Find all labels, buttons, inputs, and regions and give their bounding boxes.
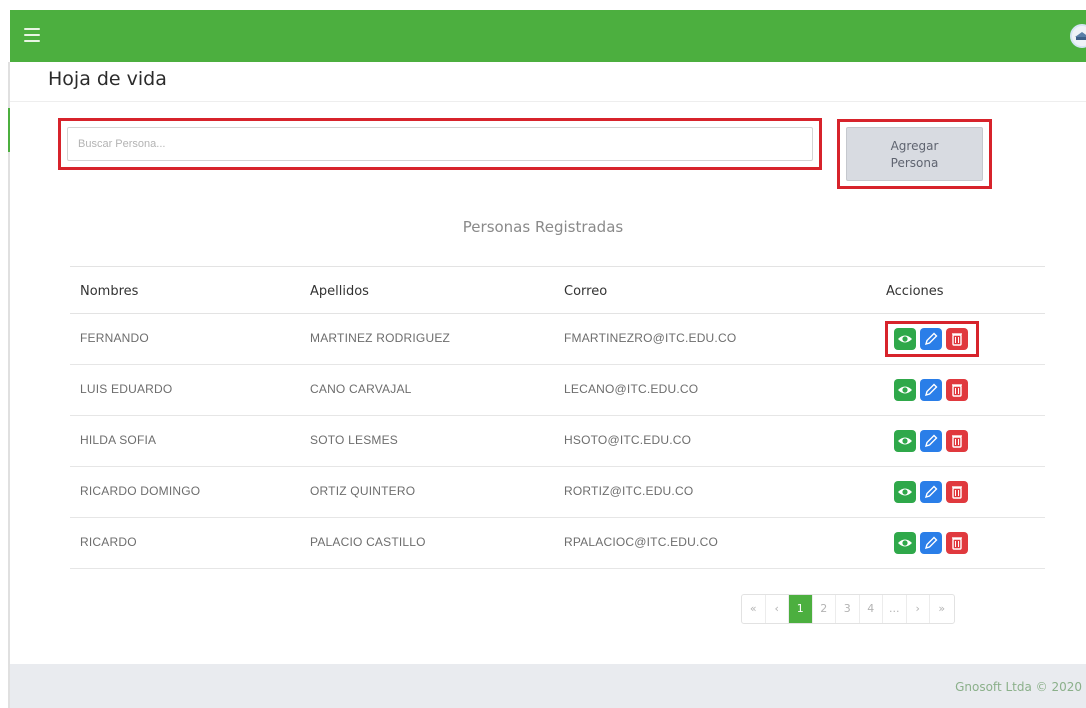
cell-correo: HSOTO@ITC.EDU.CO — [564, 433, 692, 447]
row-actions — [890, 479, 974, 505]
cell-nombres: LUIS EDUARDO — [80, 382, 173, 396]
delete-button[interactable] — [946, 430, 968, 452]
pagination-next-button[interactable]: › — [907, 595, 930, 623]
left-sidebar-rail — [8, 62, 10, 708]
eye-icon — [894, 379, 916, 401]
column-header-apellidos: Apellidos — [310, 284, 369, 299]
delete-button[interactable] — [946, 328, 968, 350]
table-header: Nombres Apellidos Correo Acciones — [70, 266, 1045, 314]
persons-table: Nombres Apellidos Correo Acciones FERNAN… — [70, 266, 1045, 569]
page-title: Hoja de vida — [48, 68, 167, 90]
pencil-icon — [920, 379, 942, 401]
row-actions — [890, 377, 974, 403]
edit-button[interactable] — [920, 379, 942, 401]
row-actions — [885, 321, 979, 357]
edit-button[interactable] — [920, 481, 942, 503]
table-row: HILDA SOFIA SOTO LESMES HSOTO@ITC.EDU.CO — [70, 416, 1045, 467]
cell-apellidos: MARTINEZ RODRIGUEZ — [310, 331, 451, 345]
pencil-icon — [920, 430, 942, 452]
row-actions — [890, 428, 974, 454]
edit-button[interactable] — [920, 532, 942, 554]
row-actions — [890, 530, 974, 556]
cell-apellidos: SOTO LESMES — [310, 433, 399, 447]
eye-icon — [894, 532, 916, 554]
table-row: LUIS EDUARDO CANO CARVAJAL LECANO@ITC.ED… — [70, 365, 1045, 416]
pagination-page-1[interactable]: 1 — [789, 595, 813, 623]
pagination-prev-button[interactable]: ‹ — [766, 595, 789, 623]
pencil-icon — [920, 481, 942, 503]
pagination-first-button[interactable]: « — [742, 595, 766, 623]
view-button[interactable] — [894, 532, 916, 554]
view-button[interactable] — [894, 379, 916, 401]
search-highlight-box — [58, 118, 822, 170]
cell-nombres: RICARDO — [80, 535, 137, 549]
left-sidebar-accent — [8, 108, 10, 152]
add-button-label-line2: Persona — [890, 156, 939, 170]
column-header-correo: Correo — [564, 284, 608, 299]
section-title: Personas Registradas — [462, 218, 624, 236]
add-button-highlight-box: Agregar Persona — [837, 119, 992, 189]
pagination-page-3[interactable]: 3 — [836, 595, 860, 623]
cell-nombres: HILDA SOFIA — [80, 433, 157, 447]
eye-icon — [894, 481, 916, 503]
page-header: Hoja de vida — [10, 62, 1086, 102]
delete-button[interactable] — [946, 532, 968, 554]
top-navbar — [10, 10, 1086, 62]
pagination-page-2[interactable]: 2 — [813, 595, 836, 623]
column-header-acciones: Acciones — [886, 284, 944, 299]
cell-nombres: FERNANDO — [80, 331, 149, 345]
cell-apellidos: ORTIZ QUINTERO — [310, 484, 416, 498]
cell-apellidos: PALACIO CASTILLO — [310, 535, 426, 549]
cell-correo: RPALACIOC@ITC.EDU.CO — [564, 535, 718, 549]
cell-correo: LECANO@ITC.EDU.CO — [564, 382, 699, 396]
edit-button[interactable] — [920, 328, 942, 350]
add-button-label-line1: Agregar — [890, 139, 939, 153]
trash-icon — [946, 328, 968, 350]
edit-button[interactable] — [920, 430, 942, 452]
cell-nombres: RICARDO DOMINGO — [80, 484, 201, 498]
eye-icon — [894, 430, 916, 452]
search-input[interactable] — [67, 127, 813, 161]
trash-icon — [946, 532, 968, 554]
table-row: RICARDO PALACIO CASTILLO RPALACIOC@ITC.E… — [70, 518, 1045, 569]
trash-icon — [946, 481, 968, 503]
pagination-page-4[interactable]: 4 — [860, 595, 883, 623]
trash-icon — [946, 379, 968, 401]
view-button[interactable] — [894, 481, 916, 503]
eye-icon — [894, 328, 916, 350]
table-row: FERNANDO MARTINEZ RODRIGUEZ FMARTINEZRO@… — [70, 314, 1045, 365]
column-header-nombres: Nombres — [80, 284, 139, 299]
cell-correo: RORTIZ@ITC.EDU.CO — [564, 484, 694, 498]
trash-icon — [946, 430, 968, 452]
cell-correo: FMARTINEZRO@ITC.EDU.CO — [564, 331, 737, 345]
pagination-ellipsis[interactable]: ... — [883, 595, 907, 623]
app-root: Hoja de vida Agregar Persona Personas Re… — [0, 0, 1086, 708]
footer-copyright: Gnosoft Ltda © 2020 — [955, 680, 1082, 694]
view-button[interactable] — [894, 328, 916, 350]
pagination-last-button[interactable]: » — [930, 595, 954, 623]
table-row: RICARDO DOMINGO ORTIZ QUINTERO RORTIZ@IT… — [70, 467, 1045, 518]
delete-button[interactable] — [946, 379, 968, 401]
view-button[interactable] — [894, 430, 916, 452]
delete-button[interactable] — [946, 481, 968, 503]
user-avatar-icon[interactable] — [1070, 24, 1086, 48]
pencil-icon — [920, 532, 942, 554]
pencil-icon — [920, 328, 942, 350]
add-person-button[interactable]: Agregar Persona — [846, 127, 983, 181]
pagination: « ‹ 1 2 3 4 ... › » — [741, 594, 955, 624]
hamburger-menu-icon[interactable] — [24, 28, 40, 42]
cell-apellidos: CANO CARVAJAL — [310, 382, 412, 396]
footer: Gnosoft Ltda © 2020 — [10, 664, 1086, 708]
